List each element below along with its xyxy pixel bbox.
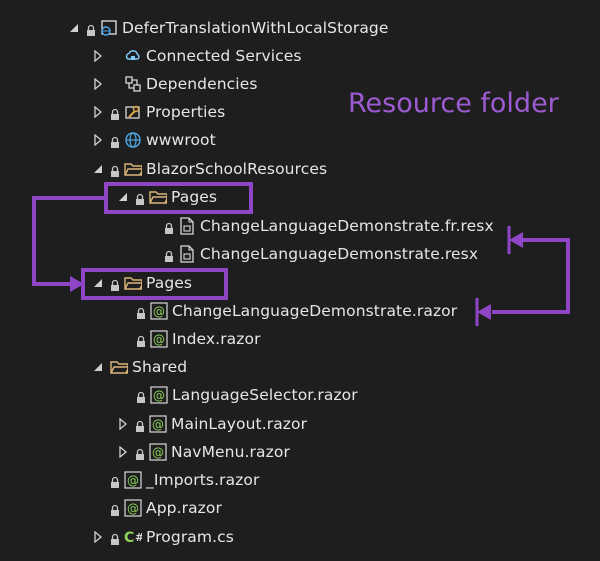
arrowhead-right-bottom: [477, 304, 491, 320]
arrowhead-right-top: [509, 232, 523, 248]
highlight-box-resources-pages: [104, 182, 253, 214]
highlight-box-pages: [81, 268, 228, 300]
annotation-overlay: [32, 182, 570, 326]
connector-arrow-right: [492, 238, 570, 314]
